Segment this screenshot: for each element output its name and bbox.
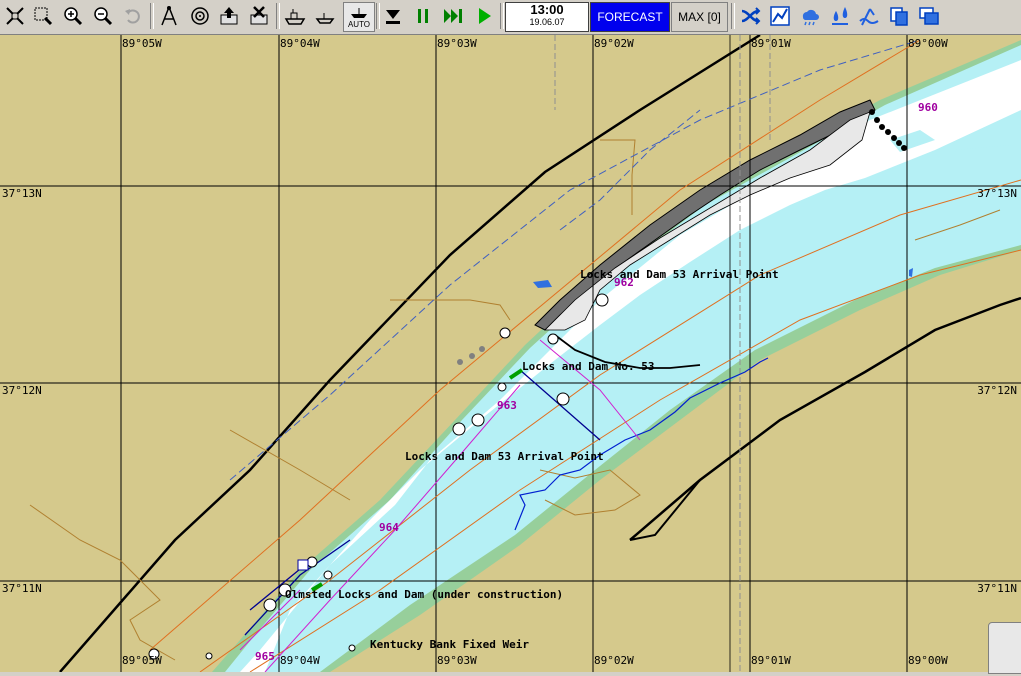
lat-label-right: 37°12N bbox=[977, 384, 1017, 397]
lon-label-top: 89°04W bbox=[280, 37, 320, 50]
lon-label-top: 89°00W bbox=[908, 37, 948, 50]
mile-marker: 960 bbox=[918, 101, 938, 114]
lon-label-bottom: 89°04W bbox=[280, 654, 320, 667]
lat-label-right: 37°11N bbox=[977, 582, 1017, 595]
export-icon[interactable] bbox=[216, 3, 242, 29]
arrival-point-label-bottom: Locks and Dam 53 Arrival Point bbox=[405, 450, 604, 463]
lat-label-left: 37°13N bbox=[2, 187, 42, 200]
lon-label-top: 89°03W bbox=[437, 37, 477, 50]
weather-icon[interactable] bbox=[797, 3, 823, 29]
lon-label-bottom: 89°00W bbox=[908, 654, 948, 667]
zoom-in-icon[interactable] bbox=[60, 3, 86, 29]
lat-label-right: 37°13N bbox=[977, 187, 1017, 200]
lock-dam-label: Locks and Dam No. 53 bbox=[522, 360, 654, 373]
target-icon[interactable] bbox=[187, 3, 213, 29]
step-down-icon[interactable] bbox=[380, 3, 406, 29]
ship-icon[interactable] bbox=[282, 3, 308, 29]
zoom-out-icon[interactable] bbox=[90, 3, 116, 29]
fast-forward-icon[interactable] bbox=[440, 3, 466, 29]
mile-marker: 963 bbox=[497, 399, 517, 412]
fit-chart-icon[interactable] bbox=[2, 3, 28, 29]
lon-label-top: 89°02W bbox=[594, 37, 634, 50]
arrival-point-label-top: Locks and Dam 53 Arrival Point bbox=[580, 268, 779, 281]
forecast-button[interactable]: FORECAST bbox=[590, 2, 670, 32]
tides-icon[interactable] bbox=[856, 3, 882, 29]
auto-label: AUTO bbox=[347, 19, 371, 29]
delete-icon[interactable] bbox=[246, 3, 272, 29]
ship-small-icon[interactable] bbox=[312, 3, 338, 29]
lon-label-bottom: 89°05W bbox=[122, 654, 162, 667]
shuffle-icon[interactable] bbox=[737, 3, 763, 29]
compass-icon[interactable] bbox=[156, 3, 182, 29]
corner-widget[interactable] bbox=[988, 622, 1021, 674]
lon-label-bottom: 89°03W bbox=[437, 654, 477, 667]
lat-label-left: 37°11N bbox=[2, 582, 42, 595]
lat-label-left: 37°12N bbox=[2, 384, 42, 397]
lon-label-top: 89°05W bbox=[122, 37, 162, 50]
copy-icon[interactable] bbox=[886, 3, 912, 29]
nautical-chart[interactable]: 89°05W 89°04W 89°03W 89°02W 89°01W 89°00… bbox=[0, 33, 1021, 673]
windows-icon[interactable] bbox=[916, 3, 942, 29]
clock-date: 19.06.07 bbox=[529, 17, 565, 27]
toolbar: AUTO 13:00 19.06.07 FORECAST MAX [0] bbox=[0, 0, 1021, 35]
drops-icon[interactable] bbox=[827, 3, 853, 29]
mile-marker: 964 bbox=[379, 521, 399, 534]
simulation-clock[interactable]: 13:00 19.06.07 bbox=[505, 2, 589, 32]
mile-marker: 965 bbox=[255, 650, 275, 663]
max-button[interactable]: MAX [0] bbox=[671, 2, 728, 32]
chart-icon[interactable] bbox=[767, 3, 793, 29]
lon-label-bottom: 89°02W bbox=[594, 654, 634, 667]
weir-label: Kentucky Bank Fixed Weir bbox=[370, 638, 529, 651]
play-icon[interactable] bbox=[471, 3, 497, 29]
auto-ship-icon[interactable]: AUTO bbox=[343, 2, 375, 32]
pause-icon[interactable] bbox=[410, 3, 436, 29]
lon-label-bottom: 89°01W bbox=[751, 654, 791, 667]
olmsted-label: Olmsted Locks and Dam (under constructio… bbox=[285, 588, 563, 601]
clock-time: 13:00 bbox=[530, 2, 564, 17]
zoom-window-icon[interactable] bbox=[30, 3, 56, 29]
lon-label-top: 89°01W bbox=[751, 37, 791, 50]
undo-icon[interactable] bbox=[120, 3, 146, 29]
